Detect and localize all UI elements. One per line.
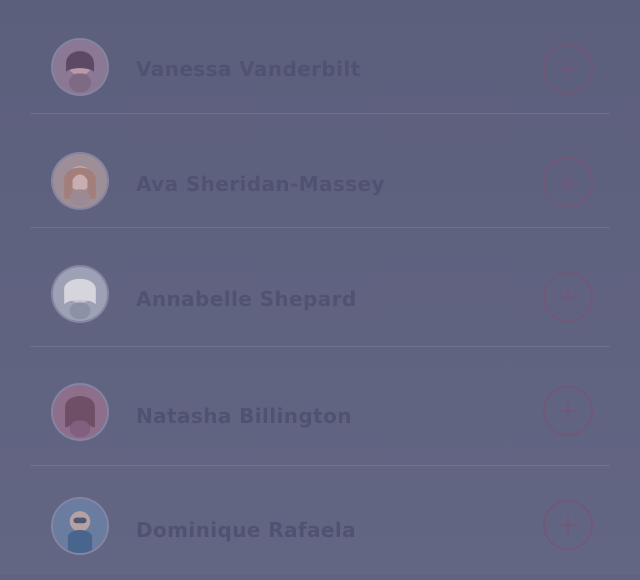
contact-row[interactable]: Dominique Rafaela: [0, 466, 640, 580]
avatar: [51, 383, 109, 441]
contact-name: Annabelle Shepard: [136, 287, 357, 311]
contact-list: Vanessa Vanderbilt Ava Sheridan-Massey A…: [0, 0, 640, 575]
contact-name: Dominique Rafaela: [136, 518, 357, 542]
plus-icon: [559, 173, 577, 191]
contact-row[interactable]: Natasha Billington: [0, 352, 640, 466]
contact-name: Vanessa Vanderbilt: [136, 57, 361, 81]
avatar: [51, 497, 109, 555]
avatar: [51, 152, 109, 210]
contact-row[interactable]: Annabelle Shepard: [0, 233, 640, 347]
contact-row[interactable]: Ava Sheridan-Massey: [0, 114, 640, 228]
avatar: [51, 38, 109, 96]
add-contact-button[interactable]: [543, 157, 593, 207]
avatar: [51, 265, 109, 323]
contact-row[interactable]: Vanessa Vanderbilt: [0, 0, 640, 114]
contact-name: Ava Sheridan-Massey: [136, 172, 385, 196]
plus-icon: [559, 516, 577, 534]
add-contact-button[interactable]: [543, 272, 593, 322]
plus-icon: [559, 402, 577, 420]
add-contact-button[interactable]: [543, 386, 593, 436]
plus-icon: [559, 288, 577, 306]
row-divider: [30, 227, 610, 228]
contact-name: Natasha Billington: [136, 404, 352, 428]
add-contact-button[interactable]: [543, 500, 593, 550]
add-contact-button[interactable]: [543, 44, 593, 94]
row-divider: [30, 346, 610, 347]
plus-icon: [559, 60, 577, 78]
